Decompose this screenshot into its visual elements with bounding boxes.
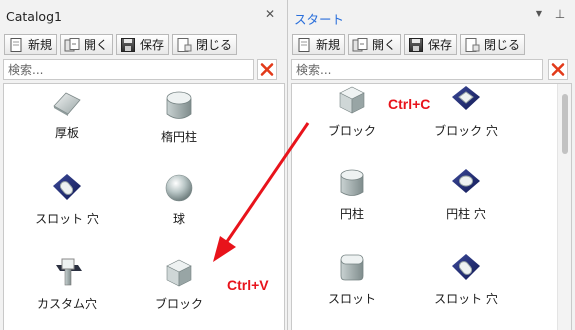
catalog-item-slot-hole[interactable]: スロット 穴 [19, 172, 115, 227]
pin-icon[interactable]: ⊥ [552, 6, 568, 22]
start-item-cylinder-hole[interactable]: 円柱 穴 [418, 167, 514, 222]
start-item-cylinder[interactable]: 円柱 [304, 167, 400, 222]
block-icon [166, 259, 192, 287]
custom-hole-icon [56, 258, 82, 286]
start-panel: スタート ▼ ⊥ 新規 開く 保存 閉じる 検索... ブロック ブロック 穴 … [288, 0, 575, 330]
search-field[interactable] [3, 59, 254, 80]
dropdown-icon[interactable]: ▼ [531, 6, 547, 22]
item-label: スロット 穴 [35, 212, 99, 226]
toolbar: 新規 開く 保存 閉じる [292, 34, 526, 56]
item-label: 円柱 穴 [446, 207, 486, 221]
new-button[interactable]: 新規 [4, 34, 58, 55]
close-panel-icon[interactable]: ✕ [262, 6, 278, 22]
scrollbar-thumb[interactable] [562, 94, 568, 154]
start-list: ブロック ブロック 穴 円柱 円柱 穴 スロット スロット 穴 [291, 83, 572, 330]
cylinder-hole-icon [452, 169, 480, 193]
block-hole-icon [452, 86, 480, 110]
cylinder-icon [340, 169, 364, 196]
new-icon [298, 37, 310, 52]
clear-search-button[interactable] [257, 59, 277, 80]
open-label: 開く [84, 38, 109, 52]
save-icon [121, 37, 136, 52]
catalog-item-sphere[interactable]: 球 [131, 172, 227, 227]
save-label: 保存 [428, 38, 453, 52]
clear-icon [260, 63, 274, 76]
catalog-item-thick-plate[interactable]: 厚板 [19, 90, 115, 141]
close-doc-button[interactable]: 閉じる [460, 34, 526, 55]
elliptic-cylinder-icon [166, 91, 192, 119]
search-input[interactable] [292, 60, 542, 79]
new-label: 新規 [316, 38, 341, 52]
paste-shortcut-annotation: Ctrl+V [227, 277, 269, 293]
search-input[interactable] [4, 60, 253, 79]
save-button[interactable]: 保存 [404, 34, 458, 55]
close-doc-button[interactable]: 閉じる [172, 34, 238, 55]
slot-hole-icon [53, 174, 81, 200]
item-label: 円柱 [339, 207, 364, 221]
save-button[interactable]: 保存 [116, 34, 170, 55]
close-doc-label: 閉じる [196, 38, 233, 52]
sphere-icon [165, 174, 193, 202]
search-field[interactable] [291, 59, 543, 80]
start-item-slot-hole[interactable]: スロット 穴 [418, 252, 514, 307]
open-icon [352, 37, 368, 51]
item-label: スロット [327, 292, 376, 306]
item-label: カスタム穴 [36, 297, 97, 311]
catalog-item-block[interactable]: ブロック [131, 257, 227, 312]
new-label: 新規 [28, 38, 53, 52]
slot-icon [340, 254, 364, 281]
start-item-slot[interactable]: スロット [304, 252, 400, 307]
open-icon [64, 37, 80, 51]
catalog-item-custom-hole[interactable]: カスタム穴 [19, 257, 115, 312]
open-button[interactable]: 開く [60, 34, 114, 55]
panel-title: スタート [294, 12, 345, 27]
item-label: 球 [172, 212, 185, 226]
block-icon [339, 86, 365, 114]
thick-plate-icon [53, 92, 81, 116]
panel-title: Catalog1 [6, 9, 62, 24]
toolbar: 新規 開く 保存 閉じる [4, 34, 238, 56]
close-doc-icon [465, 37, 480, 52]
slot-hole-icon [452, 254, 480, 280]
new-icon [10, 37, 22, 52]
copy-shortcut-annotation: Ctrl+C [388, 96, 431, 112]
clear-icon [551, 63, 565, 76]
item-label: スロット 穴 [434, 292, 498, 306]
save-label: 保存 [140, 38, 165, 52]
close-doc-label: 閉じる [484, 38, 521, 52]
vertical-scrollbar[interactable] [557, 84, 571, 330]
item-label: 楕円柱 [160, 130, 197, 144]
open-button[interactable]: 開く [348, 34, 402, 55]
open-label: 開く [372, 38, 397, 52]
item-label: ブロック [154, 297, 203, 311]
item-label: 厚板 [54, 126, 79, 140]
clear-search-button[interactable] [548, 59, 568, 80]
item-label: ブロック 穴 [434, 124, 498, 138]
item-label: ブロック [327, 124, 376, 138]
start-item-block-hole[interactable]: ブロック 穴 [418, 84, 514, 139]
close-doc-icon [177, 37, 192, 52]
catalog-item-elliptic-cylinder[interactable]: 楕円柱 [131, 90, 227, 145]
new-button[interactable]: 新規 [292, 34, 346, 55]
save-icon [409, 37, 424, 52]
start-item-block[interactable]: ブロック [304, 84, 400, 139]
